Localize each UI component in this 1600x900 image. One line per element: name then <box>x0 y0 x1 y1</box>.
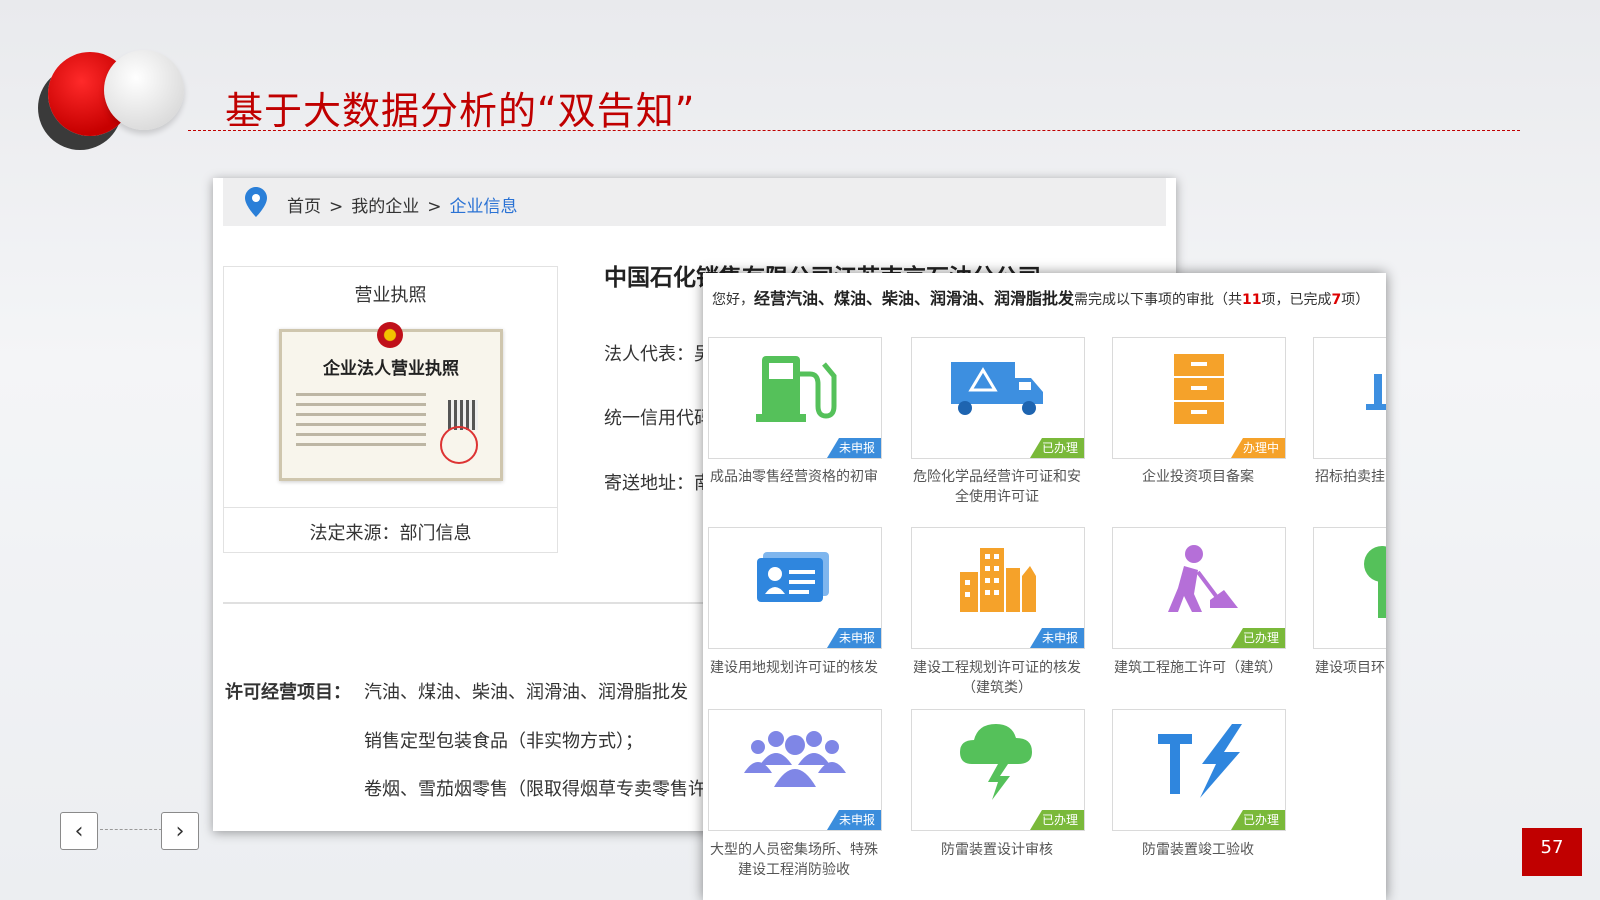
approval-caption: 大型的人员密集场所、特殊建设工程消防验收 <box>710 842 878 878</box>
approval-tile-hazmat[interactable]: 已办理 <box>911 337 1085 459</box>
certificate-text-lines <box>296 386 426 453</box>
approval-caption: 成品油零售经营资格的初审 <box>710 469 878 485</box>
breadcrumb-current: 企业信息 <box>449 197 518 217</box>
approval-caption: 企业投资项目备案 <box>1142 469 1254 485</box>
approval-tile-fuel-retail[interactable]: 未申报 <box>708 337 882 459</box>
approval-tile-bidding[interactable] <box>1313 337 1386 459</box>
approval-tile-fire-acceptance[interactable]: 未申报 <box>708 709 882 831</box>
slide-title: 基于大数据分析的“双告知” <box>225 89 696 133</box>
status-badge: 已办理 <box>1230 628 1285 648</box>
license-source: 法定来源：部门信息 <box>224 507 557 545</box>
national-emblem-icon <box>377 322 403 348</box>
status-badge: 未申报 <box>826 810 881 830</box>
total-count: 11 <box>1242 292 1262 308</box>
lightning-tool-icon <box>1158 724 1242 798</box>
approvals-need-text: 需完成以下事项的审批（共 <box>1074 292 1243 308</box>
approval-caption: 防雷装置设计审核 <box>941 842 1053 858</box>
approval-caption: 建设用地规划许可证的核发 <box>710 660 878 676</box>
gavel-icon <box>1366 374 1386 410</box>
credit-code: 统一信用代码 <box>604 408 712 429</box>
permit-item: 销售定型包装食品（非实物方式）； <box>364 731 643 752</box>
id-card-icon <box>757 552 829 602</box>
breadcrumb-home[interactable]: 首页 <box>287 197 321 217</box>
prev-slide-button[interactable]: ‹ <box>60 812 98 850</box>
greeting: 您好， <box>712 292 754 308</box>
approval-caption: 建设项目环 <box>1315 660 1385 676</box>
approval-caption: 防雷装置竣工验收 <box>1142 842 1254 858</box>
business-license-card: 营业执照 企业法人营业执照 法定来源：部门信息 <box>223 266 558 553</box>
approval-caption: 建筑工程施工许可（建筑） <box>1114 660 1282 676</box>
approval-caption: 危险化学品经营许可证和安全使用许可证 <box>913 469 1081 505</box>
status-badge: 未申报 <box>826 628 881 648</box>
permit-item: 卷烟、雪茄烟零售（限取得烟草专卖零售许 <box>364 779 706 800</box>
business-scope: 经营汽油、煤油、柴油、润滑油、润滑脂批发 <box>754 289 1075 308</box>
decor-white-circle <box>104 50 184 130</box>
certificate-heading: 企业法人营业执照 <box>323 359 459 379</box>
status-badge: 已办理 <box>1230 810 1285 830</box>
approval-tile-lightning-design[interactable]: 已办理 <box>911 709 1085 831</box>
approval-tile-land-planning[interactable]: 未申报 <box>708 527 882 649</box>
approval-tile-construction-permit[interactable]: 已办理 <box>1112 527 1286 649</box>
official-seal-icon <box>440 426 478 464</box>
done-count: 7 <box>1331 292 1342 308</box>
approvals-mid-text: 项，已完成 <box>1261 292 1332 308</box>
license-title: 营业执照 <box>354 285 427 306</box>
crowd-icon <box>744 731 846 787</box>
breadcrumb: 首页 > 我的企业 > 企业信息 <box>223 178 1166 226</box>
approval-tile-investment-filing[interactable]: 办理中 <box>1112 337 1286 459</box>
pager-dash <box>100 829 162 830</box>
permit-label: 许可经营项目： <box>225 682 351 703</box>
approval-caption: 建设工程规划许可证的核发（建筑类） <box>913 660 1081 696</box>
hazmat-truck-icon <box>951 362 1043 415</box>
approval-tile-environment[interactable] <box>1313 527 1386 649</box>
mailing-address: 寄送地址：南 <box>604 473 712 494</box>
legal-representative: 法人代表：吴 <box>604 344 712 365</box>
status-badge: 已办理 <box>1029 810 1084 830</box>
breadcrumb-separator: > <box>427 197 442 217</box>
file-cabinet-icon <box>1174 354 1224 424</box>
title-divider <box>188 130 1520 131</box>
gas-pump-icon <box>756 356 837 422</box>
status-badge: 已办理 <box>1029 438 1084 458</box>
slide-page-number: 57 <box>1522 828 1582 876</box>
status-badge: 办理中 <box>1230 438 1285 458</box>
approvals-end-text: 项） <box>1341 292 1370 308</box>
approval-tile-building-planning[interactable]: 未申报 <box>911 527 1085 649</box>
buildings-icon <box>960 548 1036 612</box>
permit-item: 汽油、煤油、柴油、润滑油、润滑脂批发 <box>364 682 688 703</box>
breadcrumb-my-enterprise[interactable]: 我的企业 <box>351 197 419 217</box>
license-certificate-image[interactable]: 企业法人营业执照 <box>279 322 503 481</box>
construction-worker-icon <box>1168 545 1238 612</box>
next-slide-button[interactable]: › <box>161 812 199 850</box>
status-badge: 未申报 <box>1029 628 1084 648</box>
lightning-cloud-icon <box>960 724 1032 800</box>
approval-tile-lightning-acceptance[interactable]: 已办理 <box>1112 709 1286 831</box>
status-badge: 未申报 <box>826 438 881 458</box>
approvals-popup: 您好，经营汽油、煤油、柴油、润滑油、润滑脂批发需完成以下事项的审批（共11项，已… <box>703 273 1386 900</box>
approvals-header: 您好，经营汽油、煤油、柴油、润滑油、润滑脂批发需完成以下事项的审批（共11项，已… <box>712 285 1369 309</box>
breadcrumb-separator: > <box>329 197 344 217</box>
tree-icon <box>1364 546 1386 618</box>
approval-caption: 招标拍卖挂 <box>1315 469 1385 485</box>
location-pin-icon <box>245 187 267 217</box>
